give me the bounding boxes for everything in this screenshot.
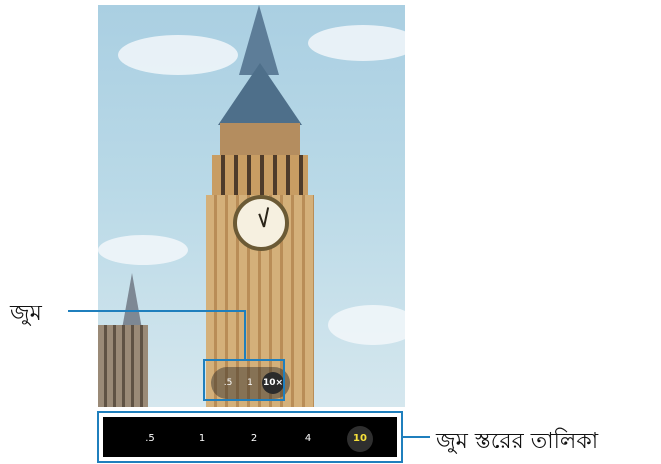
zoom-level-4[interactable]: 4 <box>295 426 321 452</box>
tower-belfry <box>220 123 300 157</box>
zoom-level-list-box: .5 1 2 4 10 <box>97 411 403 463</box>
tower-roof <box>218 63 302 125</box>
zoom-callout-label: জুম <box>10 301 42 326</box>
cloud <box>98 235 188 265</box>
camera-viewfinder[interactable]: .5 1 10× <box>98 5 405 407</box>
zoom-callout-line <box>68 310 245 312</box>
zoom-level-2[interactable]: 2 <box>241 426 267 452</box>
cloud <box>328 305 405 345</box>
zoom-list-callout-line <box>403 436 430 438</box>
zoom-level-list: .5 1 2 4 10 <box>103 417 397 457</box>
zoom-level-1[interactable]: 1 <box>189 426 215 452</box>
cloud <box>308 25 405 61</box>
zoom-callout-line <box>244 310 246 360</box>
zoom-level-0-5[interactable]: .5 <box>137 426 163 452</box>
clock-face <box>233 195 289 251</box>
side-tower <box>98 325 148 407</box>
zoom-callout-box <box>203 359 285 401</box>
side-tower-spire <box>122 273 142 329</box>
tower-windows <box>212 155 308 199</box>
zoom-level-10[interactable]: 10 <box>347 426 373 452</box>
zoom-list-callout-label: জুম স্তরের তালিকা <box>436 429 599 454</box>
